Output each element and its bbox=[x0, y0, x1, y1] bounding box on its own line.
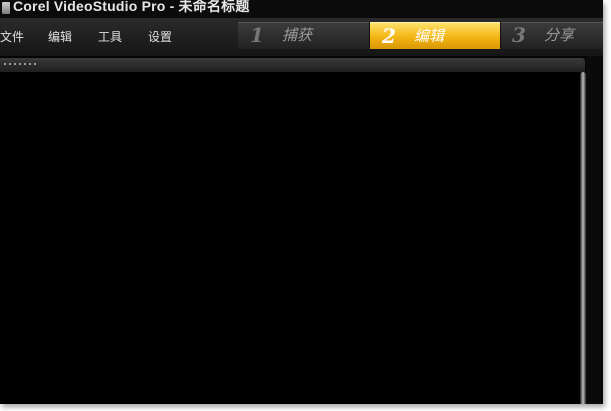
tab-share[interactable]: 3 分享 bbox=[502, 22, 603, 48]
tab-capture-label: 捕获 bbox=[282, 26, 313, 44]
menu-tools[interactable]: 工具 bbox=[98, 29, 122, 45]
preview-window[interactable] bbox=[0, 72, 580, 404]
tab-capture[interactable]: 1 捕获 bbox=[240, 22, 368, 48]
grip-dots-icon[interactable] bbox=[4, 63, 42, 66]
tab-share-label: 分享 bbox=[544, 26, 575, 44]
preview-panel-header[interactable] bbox=[0, 58, 585, 72]
tab-divider bbox=[500, 22, 501, 48]
panel-edge-rail bbox=[580, 72, 586, 404]
tab-edit-label: 编辑 bbox=[414, 27, 445, 45]
menu-edit[interactable]: 编辑 bbox=[48, 29, 72, 45]
tab-capture-number: 1 bbox=[250, 23, 264, 47]
tab-edit[interactable]: 2 编辑 bbox=[370, 22, 500, 49]
title-bar: Corel VideoStudio Pro - 未命名标题 bbox=[0, 0, 603, 18]
app-icon bbox=[2, 2, 10, 14]
window-title: Corel VideoStudio Pro - 未命名标题 bbox=[13, 0, 250, 14]
app-window: Corel VideoStudio Pro - 未命名标题 文件 编辑 工具 设… bbox=[0, 0, 603, 404]
right-gutter bbox=[586, 56, 603, 404]
menu-settings[interactable]: 设置 bbox=[148, 29, 172, 45]
tab-share-number: 3 bbox=[512, 23, 526, 47]
tab-edit-number: 2 bbox=[382, 24, 396, 48]
menu-file[interactable]: 文件 bbox=[0, 29, 24, 45]
